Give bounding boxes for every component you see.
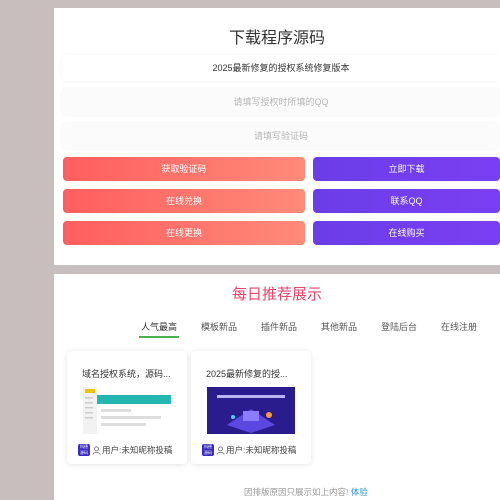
tab-register[interactable]: 在线注册 xyxy=(441,320,477,333)
author-label: 用户:未知昵称投稿 xyxy=(102,445,173,455)
tab-template-new[interactable]: 模板新品 xyxy=(201,320,237,333)
footer-text: 因排版原因只展示如上内容! xyxy=(244,487,349,497)
footer-note: 因排版原因只展示如上内容! 体验 xyxy=(244,486,368,498)
recommend-card: 每日推荐展示 人气最高 模板新品 插件新品 其他新品 登陆后台 在线注册 域名授… xyxy=(54,274,500,500)
get-code-button[interactable]: 获取验证码 xyxy=(63,157,305,181)
tab-plugin-new[interactable]: 插件新品 xyxy=(261,320,297,333)
user-icon xyxy=(92,445,101,455)
redeem-online-button[interactable]: 在线兑换 xyxy=(63,189,305,213)
product-author: 科德 源码 用户:未知昵称投稿 xyxy=(78,444,172,456)
product-thumbnail[interactable] xyxy=(83,387,171,434)
product-card[interactable]: 2025最新修复的授... 科德 源码 用户:未知昵称投稿 xyxy=(191,351,311,464)
update-online-button[interactable]: 在线更换 xyxy=(63,221,305,245)
product-title[interactable]: 域名授权系统，源码... xyxy=(82,367,171,380)
user-icon xyxy=(216,445,225,455)
active-tab-indicator xyxy=(139,336,179,338)
source-badge-icon: 科德 源码 xyxy=(78,444,90,456)
product-card[interactable]: 域名授权系统，源码... 科德 源码 用户:未知昵称投稿 xyxy=(67,351,187,464)
experience-link[interactable]: 体验 xyxy=(351,487,368,497)
source-badge-icon: 科德 源码 xyxy=(202,444,214,456)
product-title[interactable]: 2025最新修复的授... xyxy=(206,367,288,380)
tab-other-new[interactable]: 其他新品 xyxy=(321,320,357,333)
recommend-title: 每日推荐展示 xyxy=(231,286,322,303)
download-card: 下载程序源码 2025最新修复的授权系统修复版本 请填写授权时所填的QQ 请填写… xyxy=(54,8,500,265)
product-thumbnail[interactable] xyxy=(207,387,295,434)
download-title: 下载程序源码 xyxy=(228,30,325,47)
tab-admin-login[interactable]: 登陆后台 xyxy=(381,320,417,333)
qq-input[interactable]: 请填写授权时所填的QQ xyxy=(62,89,500,115)
version-field[interactable]: 2025最新修复的授权系统修复版本 xyxy=(62,55,500,81)
product-author: 科德 源码 用户:未知昵称投稿 xyxy=(202,444,296,456)
download-now-button[interactable]: 立即下载 xyxy=(313,157,500,181)
contact-qq-button[interactable]: 联系QQ xyxy=(313,189,500,213)
tab-popular[interactable]: 人气最高 xyxy=(141,320,177,333)
captcha-input[interactable]: 请填写验证码 xyxy=(62,123,500,149)
author-label: 用户:未知昵称投稿 xyxy=(226,445,297,455)
buy-online-button[interactable]: 在线购买 xyxy=(313,221,500,245)
